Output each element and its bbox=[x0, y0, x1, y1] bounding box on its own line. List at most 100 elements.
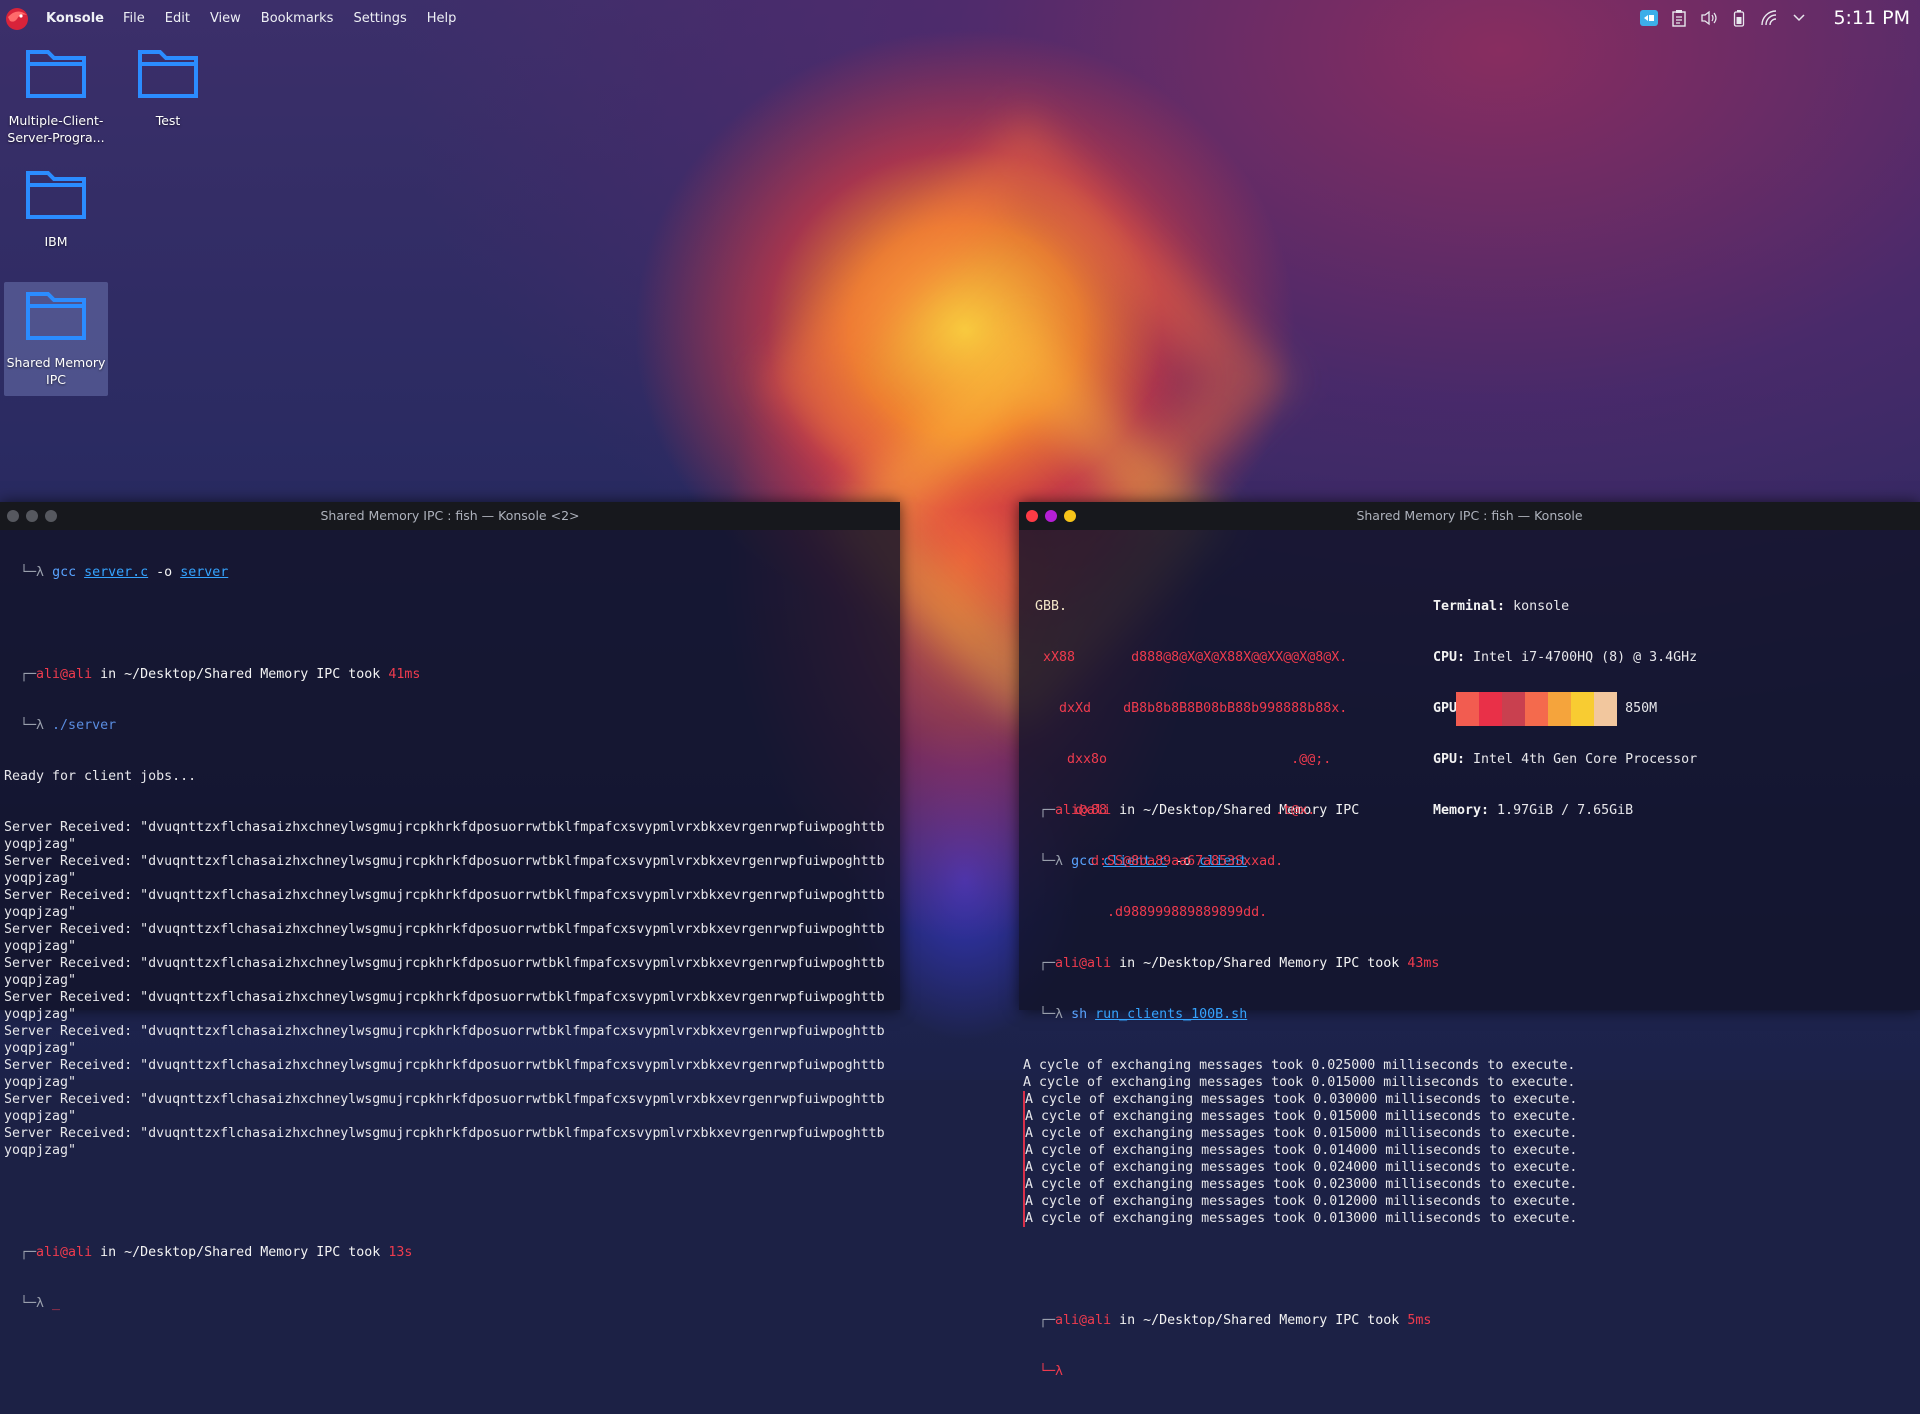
volume-icon[interactable] bbox=[1699, 8, 1719, 28]
server-received-line: Server Received: "dvuqnttzxflchasaizhxch… bbox=[4, 820, 885, 835]
terminal-cursor: _ bbox=[52, 1296, 61, 1311]
server-received-line: Server Received: "dvuqnttzxflchasaizhxch… bbox=[4, 888, 885, 903]
server-received-line-wrap: yoqpjzag" bbox=[4, 905, 77, 920]
desktop-icon-label: Server-Progra... bbox=[7, 130, 105, 145]
terminal-line: └─λ sh run_clients_100B.sh bbox=[1039, 1007, 1248, 1022]
color-palette bbox=[1456, 692, 1617, 726]
ascii-line: xX88 d888@8@X@X@X88X@@XX@@X@8@X. bbox=[1027, 650, 1348, 665]
desktop-icon-label: Test bbox=[155, 113, 181, 128]
color-swatch bbox=[1548, 692, 1571, 726]
menu-help[interactable]: Help bbox=[427, 11, 457, 26]
terminal-line: Ready for client jobs... bbox=[4, 769, 197, 784]
cycle-output-line: A cycle of exchanging messages took 0.01… bbox=[1023, 1108, 1916, 1125]
info-line: Terminal: konsole bbox=[1433, 599, 1570, 614]
menu-app-name[interactable]: Konsole bbox=[46, 11, 104, 26]
wifi-icon[interactable] bbox=[1759, 8, 1779, 28]
ascii-line: d:SS@8ba89aa67a853Sxxad. bbox=[1027, 854, 1284, 869]
server-received-line: Server Received: "dvuqnttzxflchasaizhxch… bbox=[4, 922, 885, 937]
cycle-output-line: A cycle of exchanging messages took 0.03… bbox=[1023, 1091, 1916, 1108]
folder-icon bbox=[26, 292, 86, 340]
server-received-line-wrap: yoqpjzag" bbox=[4, 1075, 77, 1090]
terminal-prompt: ┌─ali@ali in ~/Desktop/Shared Memory IPC… bbox=[4, 1245, 413, 1260]
folder-icon bbox=[138, 50, 198, 98]
color-swatch bbox=[1479, 692, 1502, 726]
cycle-output-line: A cycle of exchanging messages took 0.01… bbox=[1023, 1125, 1916, 1142]
desktop-folder-multiple-client-server[interactable]: Multiple-Client- Server-Progra... bbox=[4, 44, 108, 148]
terminal-line: └─λ gcc server.c -o server bbox=[20, 565, 229, 580]
kde-dragon-logo-icon[interactable] bbox=[2, 3, 32, 33]
menu-edit[interactable]: Edit bbox=[165, 11, 190, 26]
window-title: Shared Memory IPC : fish — Konsole <2> bbox=[320, 508, 580, 523]
terminal-prompt: ┌─ali@ali in ~/Desktop/Shared Memory IPC… bbox=[4, 667, 421, 682]
menu-settings[interactable]: Settings bbox=[353, 11, 406, 26]
chevron-down-icon[interactable] bbox=[1789, 8, 1809, 28]
desktop-icon-label: Shared Memory bbox=[6, 355, 106, 370]
desktop-folder-shared-memory-ipc[interactable]: Shared Memory IPC bbox=[4, 282, 108, 396]
menu-bookmarks[interactable]: Bookmarks bbox=[261, 11, 334, 26]
info-line: CPU: Intel i7-4700HQ (8) @ 3.4GHz bbox=[1433, 650, 1698, 665]
terminal-prompt: ┌─ali@ali in ~/Desktop/Shared Memory IPC… bbox=[1023, 1313, 1432, 1328]
ascii-art: GBB. xX88 d888@8@X@X@X88X@@XX@@X@8@X. dx… bbox=[1027, 564, 1347, 955]
server-received-line-wrap: yoqpjzag" bbox=[4, 939, 77, 954]
server-received-line: Server Received: "dvuqnttzxflchasaizhxch… bbox=[4, 1092, 885, 1107]
ascii-line: dxx8o .@@;. bbox=[1027, 752, 1332, 767]
server-received-line-wrap: yoqpjzag" bbox=[4, 1143, 77, 1158]
server-received-line: Server Received: "dvuqnttzxflchasaizhxch… bbox=[4, 1126, 885, 1141]
cycle-output-line: A cycle of exchanging messages took 0.01… bbox=[1023, 1193, 1916, 1210]
neofetch-block: GBB. xX88 d888@8@X@X@X88X@@XX@@X@8@X. dx… bbox=[1023, 564, 1916, 920]
terminal-line: └─λ _ bbox=[4, 1296, 61, 1311]
color-swatch bbox=[1571, 692, 1594, 726]
ascii-line: dx88 .t@x. bbox=[1027, 803, 1316, 818]
clipboard-icon[interactable] bbox=[1669, 8, 1689, 28]
discover-icon[interactable] bbox=[1639, 8, 1659, 28]
color-swatch bbox=[1456, 692, 1479, 726]
cycle-output-line: A cycle of exchanging messages took 0.02… bbox=[1023, 1176, 1916, 1193]
window-titlebar[interactable]: Shared Memory IPC : fish — Konsole <2> bbox=[0, 502, 900, 530]
server-received-line-wrap: yoqpjzag" bbox=[4, 1007, 77, 1022]
server-received-line: Server Received: "dvuqnttzxflchasaizhxch… bbox=[4, 990, 885, 1005]
folder-icon bbox=[26, 50, 86, 98]
window-title: Shared Memory IPC : fish — Konsole bbox=[1356, 508, 1583, 523]
terminal-line: └─λ bbox=[1039, 1364, 1064, 1379]
ascii-line: .d988999889889899dd. bbox=[1027, 905, 1268, 920]
color-swatch bbox=[1502, 692, 1525, 726]
info-line: Memory: 1.97GiB / 7.65GiB bbox=[1433, 803, 1634, 818]
ascii-line: GBB. bbox=[1027, 599, 1068, 614]
color-swatch bbox=[1594, 692, 1617, 726]
server-received-line: Server Received: "dvuqnttzxflchasaizhxch… bbox=[4, 1058, 885, 1073]
cycle-output-line: A cycle of exchanging messages took 0.01… bbox=[1023, 1142, 1916, 1159]
desktop-folder-test[interactable]: Test bbox=[116, 44, 220, 134]
cycle-output-line: A cycle of exchanging messages took 0.01… bbox=[1023, 1075, 1576, 1090]
ascii-line: dxXd dB8b8b8B8B08bB88b998888b88x. bbox=[1027, 701, 1348, 716]
server-received-line: Server Received: "dvuqnttzxflchasaizhxch… bbox=[4, 1024, 885, 1039]
desktop-icon-label: Multiple-Client- bbox=[8, 113, 104, 128]
battery-icon[interactable] bbox=[1729, 8, 1749, 28]
system-tray: 5:11 PM bbox=[1639, 0, 1920, 36]
folder-icon bbox=[26, 171, 86, 219]
server-received-line-wrap: yoqpjzag" bbox=[4, 871, 77, 886]
menu-view[interactable]: View bbox=[210, 11, 241, 26]
desktop-icon-label: IPC bbox=[46, 372, 66, 387]
top-panel: Konsole File Edit View Bookmarks Setting… bbox=[0, 0, 1920, 36]
server-received-line-wrap: yoqpjzag" bbox=[4, 1041, 77, 1056]
terminal-output[interactable]: └─λ gcc server.c -o server ┌─ali@ali in … bbox=[0, 530, 900, 1346]
info-line: GPU: Intel 4th Gen Core Processor bbox=[1433, 752, 1698, 767]
server-received-line: Server Received: "dvuqnttzxflchasaizhxch… bbox=[4, 854, 885, 869]
server-received-line-wrap: yoqpjzag" bbox=[4, 1109, 77, 1124]
konsole-window-left[interactable]: Shared Memory IPC : fish — Konsole <2> └… bbox=[0, 502, 900, 1311]
server-received-line-wrap: yoqpjzag" bbox=[4, 973, 77, 988]
terminal-output[interactable]: GBB. xX88 d888@8@X@X@X88X@@XX@@X@8@X. dx… bbox=[1019, 530, 1920, 1414]
window-titlebar[interactable]: Shared Memory IPC : fish — Konsole bbox=[1019, 502, 1920, 530]
terminal-prompt: ┌─ali@ali in ~/Desktop/Shared Memory IPC… bbox=[1023, 956, 1440, 971]
cycle-output-line: A cycle of exchanging messages took 0.02… bbox=[1023, 1159, 1916, 1176]
color-swatch bbox=[1525, 692, 1548, 726]
desktop-folder-ibm[interactable]: IBM bbox=[4, 165, 108, 255]
clock[interactable]: 5:11 PM bbox=[1833, 7, 1910, 29]
menu-file[interactable]: File bbox=[123, 11, 145, 26]
konsole-window-right[interactable]: Shared Memory IPC : fish — Konsole GBB. … bbox=[1019, 502, 1920, 1379]
cycle-output-lines: A cycle of exchanging messages took 0.02… bbox=[1023, 1057, 1916, 1227]
server-received-lines: Server Received: "dvuqnttzxflchasaizhxch… bbox=[4, 819, 896, 1159]
